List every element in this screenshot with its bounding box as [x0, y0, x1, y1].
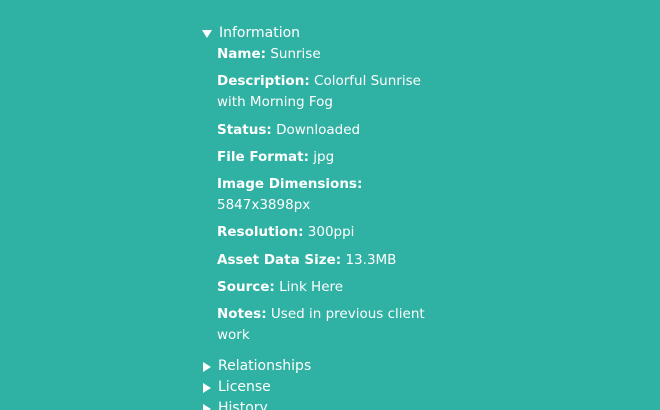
field-source: Source: Link Here — [217, 277, 457, 298]
information-fields: Name: Sunrise Description: Colorful Sunr… — [217, 44, 502, 346]
information-section-toggle[interactable]: Information — [202, 23, 502, 44]
field-image-dimensions-label: Image Dimensions: — [217, 176, 363, 193]
source-link[interactable]: Link Here — [279, 279, 343, 295]
license-section-title: License — [218, 378, 271, 395]
collapsed-sections: Relationships License History — [202, 356, 502, 410]
relationships-section-toggle[interactable]: Relationships — [202, 356, 502, 377]
field-resolution-label: Resolution: — [217, 224, 304, 241]
field-status-label: Status: — [217, 121, 272, 138]
field-name-label: Name: — [217, 46, 267, 62]
field-asset-data-size-label: Asset Data Size: — [217, 251, 342, 268]
field-status: Status: Downloaded — [217, 120, 457, 141]
history-section-title: History — [218, 399, 268, 410]
triangle-right-icon — [203, 382, 211, 393]
triangle-right-icon — [203, 403, 211, 410]
field-image-dimensions-value: 5847x3898px — [217, 197, 311, 214]
field-file-format-value: jpg — [313, 148, 335, 165]
field-source-label: Source: — [217, 279, 275, 296]
field-image-dimensions: Image Dimensions: 5847x3898px — [217, 174, 457, 216]
field-asset-data-size: Asset Data Size: 13.3MB — [217, 250, 457, 271]
field-file-format: File Format: jpg — [217, 147, 457, 168]
field-resolution: Resolution: 300ppi — [217, 222, 457, 243]
triangle-right-icon — [203, 361, 211, 372]
field-name: Name: Sunrise — [217, 44, 457, 65]
information-section-title: Information — [219, 24, 301, 41]
field-file-format-label: File Format: — [217, 148, 309, 165]
license-section-toggle[interactable]: License — [202, 377, 502, 398]
relationships-section-title: Relationships — [218, 357, 312, 374]
field-asset-data-size-value: 13.3MB — [345, 251, 397, 268]
history-section-toggle[interactable]: History — [202, 398, 502, 410]
field-name-value: Sunrise — [270, 46, 321, 62]
field-notes: Notes: Used in previous client work — [217, 304, 457, 346]
field-status-value: Downloaded — [276, 121, 361, 138]
triangle-down-icon — [202, 29, 212, 38]
field-description-label: Description: — [217, 73, 310, 90]
asset-details-panel: Information Name: Sunrise Description: C… — [202, 23, 502, 410]
field-notes-label: Notes: — [217, 306, 267, 323]
field-resolution-value: 300ppi — [307, 224, 355, 241]
field-description: Description: Colorful Sunrise with Morni… — [217, 71, 452, 113]
